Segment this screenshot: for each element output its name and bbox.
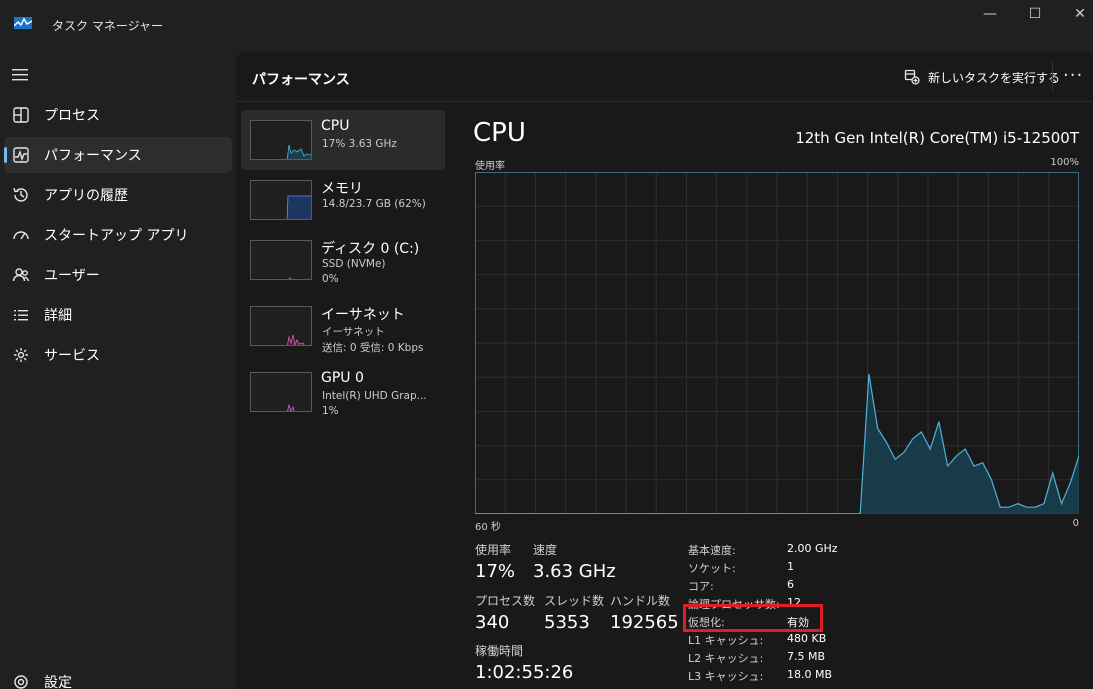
spec-value-l2-cache: 7.5 MB: [787, 650, 826, 663]
device-detail: 0%: [322, 273, 339, 285]
device-ethernet[interactable]: イーサネット イーサネット 送信: 0 受信: 0 Kbps: [241, 296, 445, 356]
details-icon: [14, 310, 28, 321]
minimize-button[interactable]: —: [967, 4, 1013, 24]
sidebar-item-label: アプリの履歴: [44, 188, 128, 204]
spec-value-l3-cache: 18.0 MB: [787, 668, 833, 681]
device-cpu[interactable]: CPU 17% 3.63 GHz: [241, 110, 445, 170]
spec-value-sockets: 1: [787, 560, 794, 573]
performance-icon: [13, 147, 29, 163]
speed-value: 3.63 GHz: [533, 561, 616, 582]
device-detail: 17% 3.63 GHz: [322, 138, 397, 150]
device-name: GPU 0: [321, 370, 364, 386]
device-detail: Intel(R) UHD Grap...: [322, 390, 427, 402]
sidebar-item-label: ユーザー: [44, 268, 100, 284]
sidebar-item-label: サービス: [44, 348, 100, 364]
services-icon: [14, 348, 28, 362]
hamburger-menu-icon[interactable]: [12, 69, 28, 81]
page-title: パフォーマンス: [252, 72, 350, 88]
uptime-label: 稼働時間: [475, 644, 524, 658]
uptime-value: 1:02:55:26: [475, 662, 574, 683]
device-memory[interactable]: メモリ 14.8/23.7 GB (62%): [241, 170, 445, 230]
device-thumbnail: [250, 372, 312, 412]
run-task-icon: [904, 69, 920, 85]
main-panel: パフォーマンス 新しいタスクを実行する ··· CPU 17% 3.63 GHz…: [236, 52, 1093, 689]
cpu-model-name: 12th Gen Intel(R) Core(TM) i5-12500T: [795, 129, 1079, 147]
title-bar: タスク マネージャー — ☐ ✕: [0, 0, 1093, 52]
device-disk[interactable]: ディスク 0 (C:) SSD (NVMe) 0%: [241, 230, 445, 290]
spec-value-l1-cache: 480 KB: [787, 632, 827, 645]
graph-top-left-label: 使用率: [475, 161, 505, 172]
sidebar: プロセス パフォーマンス アプリの履歴 スタートアップ アプリ ユーザー 詳細: [0, 52, 236, 689]
processes-icon: [13, 107, 29, 123]
device-detail: SSD (NVMe): [322, 258, 386, 270]
spec-value-base-speed: 2.00 GHz: [787, 542, 838, 555]
close-button[interactable]: ✕: [1057, 4, 1093, 24]
cpu-title: CPU: [473, 118, 526, 148]
gear-icon: [14, 675, 28, 689]
run-task-label: 新しいタスクを実行する: [928, 70, 1061, 85]
device-detail: 1%: [322, 405, 339, 417]
more-options-button[interactable]: ···: [1063, 65, 1083, 86]
sidebar-item-performance[interactable]: パフォーマンス: [4, 137, 232, 173]
graph-bottom-left-label: 60 秒: [475, 522, 501, 533]
graph-bottom-right-label: 0: [1072, 518, 1079, 529]
device-name: ディスク 0 (C:): [321, 241, 420, 257]
history-icon: [13, 187, 28, 202]
window-title: タスク マネージャー: [52, 19, 163, 33]
device-gpu[interactable]: GPU 0 Intel(R) UHD Grap... 1%: [241, 362, 445, 422]
sidebar-item-label: 詳細: [44, 308, 72, 324]
spec-key-l3-cache: L3 キャッシュ:: [688, 670, 764, 683]
sidebar-item-startup-apps[interactable]: スタートアップ アプリ: [4, 217, 232, 253]
spec-value-cores: 6: [787, 578, 794, 591]
cpu-usage-graph: [475, 172, 1079, 514]
graph-top-right-label: 100%: [1050, 157, 1079, 168]
startup-icon: [13, 231, 29, 240]
sidebar-item-services[interactable]: サービス: [4, 337, 232, 373]
device-name: メモリ: [321, 181, 363, 197]
device-detail: 送信: 0 受信: 0 Kbps: [322, 342, 424, 354]
sidebar-item-details[interactable]: 詳細: [4, 297, 232, 333]
sidebar-item-users[interactable]: ユーザー: [4, 257, 232, 293]
device-detail: 14.8/23.7 GB (62%): [322, 198, 426, 210]
spec-key-base-speed: 基本速度:: [688, 544, 736, 557]
spec-key-sockets: ソケット:: [688, 562, 736, 575]
spec-key-l2-cache: L2 キャッシュ:: [688, 652, 764, 665]
sidebar-item-app-history[interactable]: アプリの履歴: [4, 177, 232, 213]
device-name: イーサネット: [321, 307, 405, 323]
speed-label: 速度: [533, 543, 558, 557]
run-new-task-button[interactable]: 新しいタスクを実行する: [904, 67, 1060, 87]
device-thumbnail: [250, 240, 312, 280]
device-thumbnail: [250, 306, 312, 346]
threads-value: 5353: [544, 612, 590, 633]
maximize-button[interactable]: ☐: [1012, 4, 1058, 24]
threads-label: スレッド数: [544, 594, 605, 608]
handles-label: ハンドル数: [610, 594, 671, 608]
utilization-value: 17%: [475, 561, 516, 582]
sidebar-item-label: パフォーマンス: [44, 148, 142, 164]
sidebar-item-settings[interactable]: 設定: [4, 664, 232, 689]
sidebar-item-label: スタートアップ アプリ: [44, 228, 189, 244]
toolbar-divider: [1052, 62, 1053, 92]
processes-value: 340: [475, 612, 510, 633]
users-icon: [12, 268, 30, 282]
spec-key-l1-cache: L1 キャッシュ:: [688, 634, 764, 647]
handles-value: 192565: [610, 612, 679, 633]
spec-key-cores: コア:: [688, 580, 714, 593]
utilization-label: 使用率: [475, 543, 512, 557]
virtualization-highlight-box: [683, 604, 823, 632]
device-thumbnail: [250, 120, 312, 160]
sidebar-item-label: 設定: [44, 675, 72, 689]
task-manager-app-icon: [14, 17, 32, 29]
sidebar-item-processes[interactable]: プロセス: [4, 97, 232, 133]
device-detail: イーサネット: [322, 326, 385, 338]
device-name: CPU: [321, 118, 350, 134]
sidebar-item-label: プロセス: [44, 108, 100, 124]
header-divider: [236, 101, 1093, 102]
device-thumbnail: [250, 180, 312, 220]
processes-label: プロセス数: [475, 594, 536, 608]
